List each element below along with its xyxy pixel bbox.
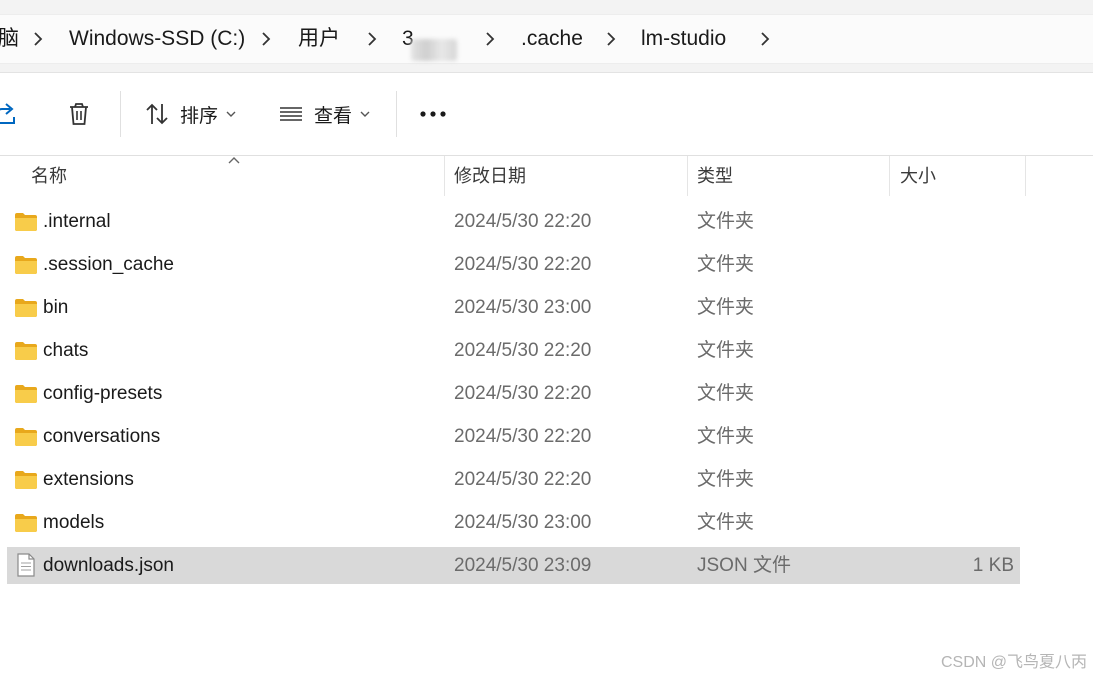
folder-icon [15,385,37,403]
breadcrumb-item-drive[interactable]: Windows-SSD (C:) [69,15,245,63]
file-row[interactable]: models 2024/5/30 23:00 文件夹 [7,504,1020,541]
file-modified-date: 2024/5/30 22:20 [454,254,592,275]
file-modified-date: 2024/5/30 22:20 [454,469,592,490]
file-type: 文件夹 [697,426,755,447]
file-modified-date: 2024/5/30 23:00 [454,512,592,533]
trash-icon [70,103,88,125]
file-type: 文件夹 [697,254,755,275]
file-type: JSON 文件 [697,555,791,576]
file-modified-date: 2024/5/30 22:20 [454,383,592,404]
chevron-right-icon[interactable] [30,31,46,47]
file-modified-date: 2024/5/30 22:20 [454,340,592,361]
toolbar-separator [120,91,121,137]
folder-icon [15,471,37,489]
column-divider[interactable] [1025,156,1026,196]
file-icon [17,553,35,577]
folder-icon [15,342,37,360]
breadcrumb-item-lm-studio[interactable]: lm-studio [641,15,726,63]
watermark: CSDN @飞鸟夏八丙 [940,654,1087,671]
folder-icon [15,213,37,231]
breadcrumb[interactable]: 脑 Windows-SSD (C:) 用户 3 .cache lm-studio [0,14,1093,64]
file-row[interactable]: chats 2024/5/30 22:20 文件夹 [7,332,1020,369]
file-row[interactable]: extensions 2024/5/30 22:20 文件夹 [7,461,1020,498]
delete-button[interactable] [66,73,92,155]
column-header-name[interactable]: 名称 [31,156,67,196]
folder-icon [15,428,37,446]
chevron-right-icon[interactable] [258,31,274,47]
breadcrumb-item-users[interactable]: 用户 [298,15,340,63]
file-row[interactable]: .session_cache 2024/5/30 22:20 文件夹 [7,246,1020,283]
column-header-date[interactable]: 修改日期 [454,156,526,196]
file-name: .session_cache [43,254,174,275]
sort-button[interactable]: 排序 [144,73,236,155]
share-icon [0,103,15,124]
folder-icon [15,256,37,274]
file-type: 文件夹 [697,297,755,318]
sort-ascending-icon [228,157,240,164]
file-size: 1 KB [972,555,1014,576]
column-header-size[interactable]: 大小 [900,156,936,196]
redacted-username [411,39,457,61]
more-options-button[interactable] [418,73,448,155]
chevron-right-icon[interactable] [757,31,773,47]
chevron-down-icon [226,111,236,117]
file-row[interactable]: downloads.json 2024/5/30 23:09 JSON 文件 1 KB [7,547,1020,584]
file-row[interactable]: conversations 2024/5/30 22:20 文件夹 [7,418,1020,455]
file-name: bin [43,297,69,318]
file-name: extensions [43,469,134,490]
breadcrumb-item-cache[interactable]: .cache [521,15,583,63]
file-name: conversations [43,426,161,447]
column-divider[interactable] [889,156,890,196]
command-bar: 排序 查看 [0,73,1093,156]
file-name: chats [43,340,89,361]
breadcrumb-item-computer[interactable]: 脑 [0,15,19,63]
chevron-right-icon[interactable] [482,31,498,47]
file-row[interactable]: bin 2024/5/30 23:00 文件夹 [7,289,1020,326]
share-button[interactable] [0,73,20,155]
file-type: 文件夹 [697,340,755,361]
file-name: .internal [43,211,111,232]
chevron-right-icon[interactable] [364,31,380,47]
view-label: 查看 [314,105,353,127]
chevron-right-icon[interactable] [603,31,619,47]
file-name: config-presets [43,383,163,404]
file-type: 文件夹 [697,512,755,533]
file-modified-date: 2024/5/30 22:20 [454,426,592,447]
file-row[interactable]: .internal 2024/5/30 22:20 文件夹 [7,203,1020,240]
column-divider[interactable] [444,156,445,196]
file-name: models [43,512,105,533]
file-type: 文件夹 [697,469,755,490]
file-row[interactable]: config-presets 2024/5/30 22:20 文件夹 [7,375,1020,412]
toolbar-separator [396,91,397,137]
view-list-icon [280,107,302,121]
more-icon [420,111,446,117]
chevron-down-icon [360,111,370,117]
sort-label: 排序 [180,105,219,127]
column-header-type[interactable]: 类型 [697,156,733,196]
address-bar: 脑 Windows-SSD (C:) 用户 3 .cache lm-studio [0,0,1093,73]
file-name: downloads.json [43,555,174,576]
folder-icon [15,514,37,532]
column-divider[interactable] [687,156,688,196]
file-modified-date: 2024/5/30 23:09 [454,555,592,576]
sort-icon [146,103,168,125]
folder-icon [15,299,37,317]
file-type: 文件夹 [697,383,755,404]
file-type: 文件夹 [697,211,755,232]
file-modified-date: 2024/5/30 22:20 [454,211,592,232]
file-modified-date: 2024/5/30 23:00 [454,297,592,318]
column-header-row: 名称 修改日期 类型 大小 [0,156,1093,196]
view-button[interactable]: 查看 [278,73,370,155]
